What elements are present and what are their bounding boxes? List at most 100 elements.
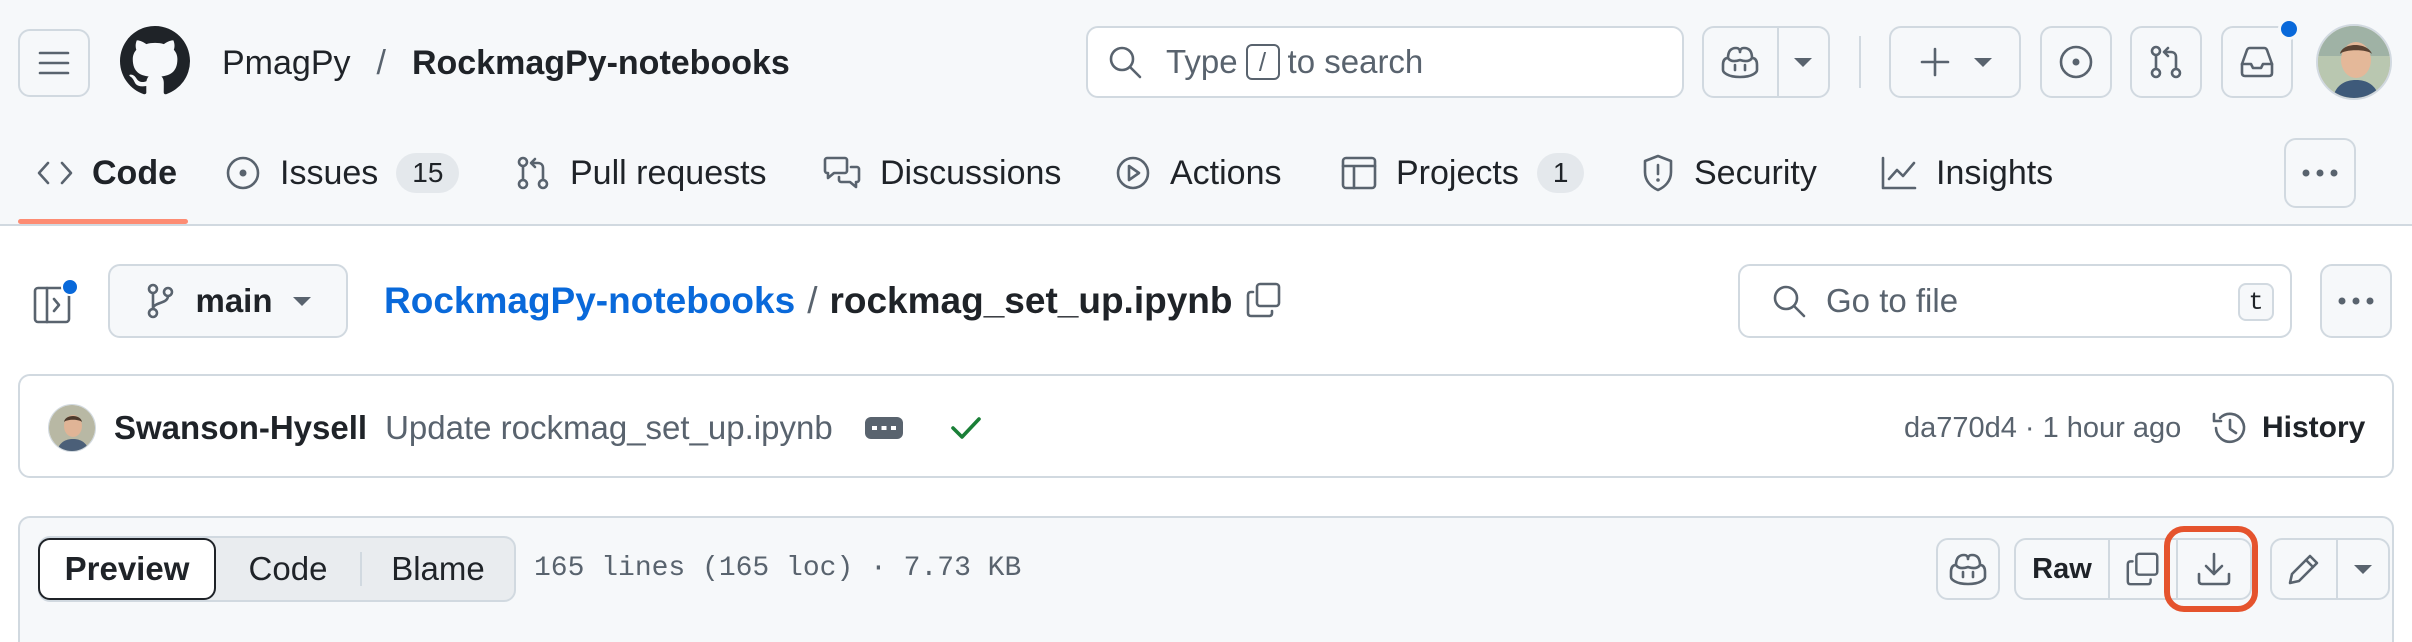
tab-code[interactable]: Code — [36, 140, 177, 206]
search-placeholder-suffix: to search — [1287, 43, 1424, 80]
tab-label: Actions — [1170, 153, 1282, 192]
edit-options-dropdown[interactable] — [2338, 540, 2388, 598]
menu-button[interactable] — [18, 29, 90, 97]
download-highlight-ring — [2164, 526, 2258, 612]
history-label: History — [2262, 411, 2366, 444]
issue-opened-icon — [226, 156, 260, 190]
your-pull-requests-button[interactable] — [2130, 26, 2202, 98]
check-icon — [950, 417, 981, 439]
history-button[interactable]: History — [2210, 398, 2365, 458]
search-placeholder-prefix: Type — [1166, 43, 1238, 80]
chevron-down-icon — [1794, 57, 1813, 67]
edit-file-button[interactable] — [2272, 540, 2338, 598]
pencil-icon — [2288, 554, 2319, 585]
tab-discussions[interactable]: Discussions — [822, 140, 1061, 206]
branch-selector[interactable]: main — [108, 264, 348, 338]
shield-icon — [1643, 154, 1673, 192]
avatar-image — [49, 405, 95, 451]
ellipsis-icon — [871, 426, 896, 430]
graph-icon — [1881, 156, 1917, 190]
blame-mode-button[interactable]: Blame — [362, 538, 514, 600]
copy-path-button[interactable] — [1244, 280, 1288, 324]
git-pull-request-icon — [517, 156, 549, 190]
tab-label: Insights — [1936, 153, 2054, 192]
header-divider — [1859, 36, 1861, 88]
latest-commit-box: Swanson-Hysell Update rockmag_set_up.ipy… — [18, 374, 2394, 478]
commit-message-link[interactable]: Update rockmag_set_up.ipynb — [385, 409, 833, 447]
hamburger-icon — [38, 51, 70, 75]
tab-insights[interactable]: Insights — [1880, 140, 2053, 206]
commit-author-link[interactable]: Swanson-Hysell — [114, 409, 367, 447]
copy-icon — [2126, 552, 2159, 586]
meta-separator: · — [2024, 411, 2035, 444]
file-tree-toggle[interactable] — [30, 278, 82, 330]
tab-pull-requests[interactable]: Pull requests — [514, 140, 767, 206]
notification-dot — [61, 278, 79, 296]
more-tabs-button[interactable] — [2284, 138, 2356, 208]
tab-actions[interactable]: Actions — [1114, 140, 1282, 206]
mode-label: Code — [248, 550, 328, 587]
tab-security[interactable]: Security — [1640, 140, 1817, 206]
go-to-file-placeholder: Go to file — [1826, 282, 1959, 319]
code-mode-button[interactable]: Code — [216, 538, 360, 600]
github-logo[interactable] — [120, 26, 190, 96]
copilot-dropdown[interactable] — [1779, 28, 1828, 96]
file-stats: 165 lines (165 loc) · 7.73 KB — [534, 552, 1022, 584]
notification-dot — [2278, 18, 2300, 40]
go-to-file-input[interactable]: Go to file t — [1738, 264, 2292, 338]
git-pull-request-icon — [2150, 45, 2182, 79]
repo-context: PmagPy / RockmagPy-notebooks — [222, 40, 790, 86]
your-issues-button[interactable] — [2040, 26, 2112, 98]
more-file-options-button[interactable] — [2320, 264, 2392, 338]
tab-label: Code — [92, 153, 177, 192]
branch-name: main — [195, 282, 273, 319]
raw-label: Raw — [2032, 552, 2092, 585]
preview-mode-button[interactable]: Preview — [38, 538, 216, 600]
view-mode-segmented-control: Preview Code Blame — [38, 536, 516, 602]
copy-icon — [1246, 282, 1281, 318]
active-tab-indicator — [18, 219, 188, 224]
create-new-button[interactable] — [1889, 26, 2021, 98]
kebab-horizontal-icon — [2302, 169, 2338, 177]
owner-link[interactable]: PmagPy — [222, 44, 351, 83]
tab-label: Projects — [1396, 153, 1519, 192]
search-shortcut-key: / — [1245, 44, 1280, 80]
ask-copilot-button[interactable] — [1936, 538, 2000, 600]
context-separator: / — [376, 43, 386, 82]
history-icon — [2212, 412, 2246, 444]
repo-header: PmagPy / RockmagPy-notebooks Type / to s… — [0, 0, 2412, 226]
github-mark-icon — [120, 26, 190, 95]
search-input[interactable]: Type / to search — [1086, 26, 1684, 98]
tab-label: Security — [1694, 153, 1817, 192]
plus-icon — [1920, 47, 1950, 77]
ci-status-button[interactable] — [949, 413, 983, 443]
commit-meta: da770d4 · 1 hour ago — [1904, 404, 2181, 452]
copilot-button[interactable] — [1704, 28, 1779, 96]
tab-projects[interactable]: Projects 1 — [1340, 140, 1585, 206]
expand-commit-message-button[interactable] — [864, 417, 903, 439]
copilot-icon — [1722, 46, 1759, 79]
play-icon — [1116, 156, 1150, 190]
repo-root-link[interactable]: RockmagPy-notebooks — [384, 280, 795, 322]
search-icon — [1109, 46, 1142, 79]
author-avatar[interactable] — [48, 404, 96, 452]
go-to-file-shortcut: t — [2238, 283, 2274, 321]
file-viewer-header: Preview Code Blame 165 lines (165 loc) ·… — [18, 516, 2394, 642]
inbox-icon — [2240, 46, 2274, 78]
issue-opened-icon — [2059, 45, 2093, 79]
commit-summary: Swanson-Hysell Update rockmag_set_up.ipy… — [114, 404, 983, 452]
chevron-down-icon — [292, 296, 311, 306]
commit-sha-link[interactable]: da770d4 — [1904, 412, 2017, 445]
user-avatar[interactable] — [2316, 24, 2392, 100]
raw-button[interactable]: Raw — [2016, 540, 2110, 598]
chevron-down-icon — [1974, 57, 1992, 67]
search-icon — [1773, 285, 1806, 318]
tab-label: Discussions — [880, 153, 1062, 192]
file-name: rockmag_set_up.ipynb — [829, 280, 1233, 321]
tab-label: Pull requests — [570, 153, 767, 192]
edit-file-group — [2270, 538, 2390, 600]
tab-issues[interactable]: Issues 15 — [224, 140, 460, 206]
repo-link[interactable]: RockmagPy-notebooks — [412, 44, 790, 83]
code-icon — [37, 161, 73, 185]
comment-discussion-icon — [823, 156, 861, 189]
